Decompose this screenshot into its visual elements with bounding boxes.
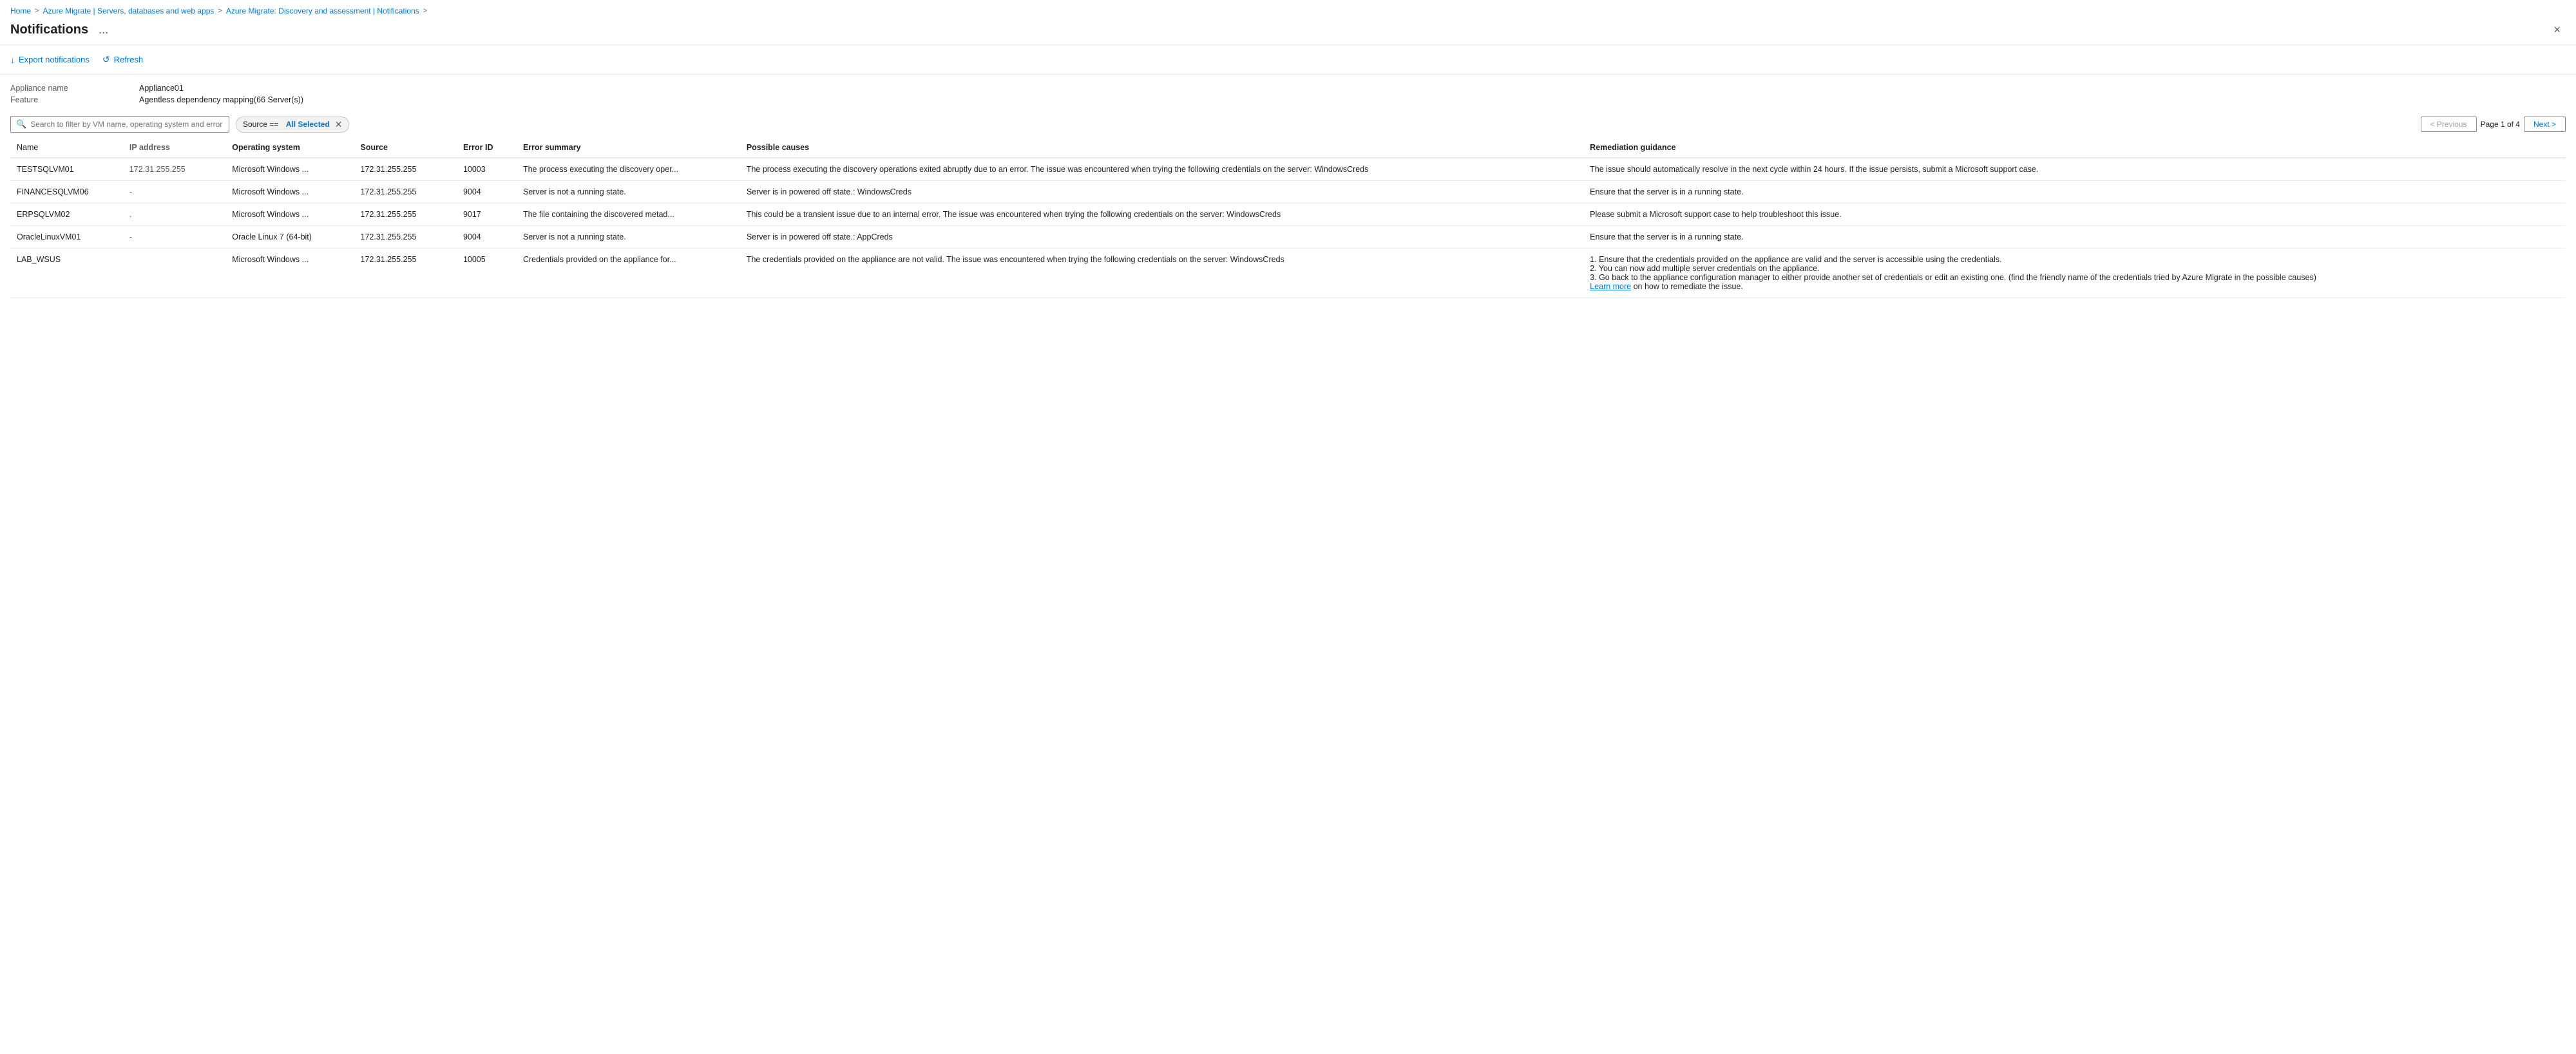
- cell-name: TESTSQLVM01: [10, 158, 123, 181]
- info-section: Appliance name Appliance01 Feature Agent…: [0, 75, 2576, 111]
- feature-value: Agentless dependency mapping(66 Server(s…: [139, 95, 2566, 104]
- cell-errorid: 10005: [457, 249, 517, 298]
- cell-remediation: The issue should automatically resolve i…: [1583, 158, 2566, 181]
- page-info: Page 1 of 4: [2481, 120, 2520, 129]
- table-row: FINANCESQLVM06-Microsoft Windows ...172.…: [10, 181, 2566, 203]
- toolbar: ↓ Export notifications ↺ Refresh: [0, 45, 2576, 75]
- close-button[interactable]: ×: [2548, 22, 2566, 38]
- cell-summary: Credentials provided on the appliance fo…: [517, 249, 740, 298]
- cell-os: Microsoft Windows ...: [225, 181, 354, 203]
- page-title: Notifications: [10, 23, 88, 37]
- cell-errorid: 9017: [457, 203, 517, 226]
- cell-causes: Server is in powered off state.: Windows…: [740, 181, 1583, 203]
- cell-remediation: Ensure that the server is in a running s…: [1583, 181, 2566, 203]
- feature-label: Feature: [10, 95, 139, 104]
- cell-ip: [123, 249, 225, 298]
- table-container: Name IP address Operating system Source …: [0, 138, 2576, 298]
- page-header: Notifications ... ×: [0, 19, 2576, 45]
- cell-name: OracleLinuxVM01: [10, 226, 123, 249]
- cell-source: 172.31.255.255: [354, 181, 457, 203]
- cell-os: Microsoft Windows ...: [225, 203, 354, 226]
- filter-bar: 🔍 Source == All Selected ✕ < Previous Pa…: [0, 111, 2576, 138]
- search-box[interactable]: 🔍: [10, 116, 229, 133]
- cell-name: ERPSQLVM02: [10, 203, 123, 226]
- col-header-os[interactable]: Operating system: [225, 138, 354, 158]
- cell-summary: Server is not a running state.: [517, 226, 740, 249]
- search-input[interactable]: [30, 120, 224, 129]
- refresh-button[interactable]: ↺ Refresh: [102, 52, 143, 68]
- cell-errorid: 9004: [457, 226, 517, 249]
- table-row: ERPSQLVM02.Microsoft Windows ...172.31.2…: [10, 203, 2566, 226]
- cell-os: Oracle Linux 7 (64-bit): [225, 226, 354, 249]
- breadcrumb-servers[interactable]: Azure Migrate | Servers, databases and w…: [43, 6, 214, 15]
- learn-more-link[interactable]: Learn more: [1590, 282, 1631, 291]
- col-header-errorid[interactable]: Error ID: [457, 138, 517, 158]
- filter-tag-value: All Selected: [286, 120, 330, 129]
- cell-source: 172.31.255.255: [354, 226, 457, 249]
- table-row: TESTSQLVM01172.31.255.255Microsoft Windo…: [10, 158, 2566, 181]
- col-header-summary[interactable]: Error summary: [517, 138, 740, 158]
- filter-tag-prefix: Source ==: [243, 120, 278, 129]
- cell-source: 172.31.255.255: [354, 203, 457, 226]
- next-button[interactable]: Next >: [2524, 117, 2566, 132]
- cell-remediation: 1. Ensure that the credentials provided …: [1583, 249, 2566, 298]
- cell-errorid: 10003: [457, 158, 517, 181]
- cell-os: Microsoft Windows ...: [225, 158, 354, 181]
- cell-ip: 172.31.255.255: [123, 158, 225, 181]
- table-body: TESTSQLVM01172.31.255.255Microsoft Windo…: [10, 158, 2566, 298]
- cell-source: 172.31.255.255: [354, 249, 457, 298]
- cell-causes: Server is in powered off state.: AppCred…: [740, 226, 1583, 249]
- cell-ip: -: [123, 226, 225, 249]
- col-header-causes[interactable]: Possible causes: [740, 138, 1583, 158]
- refresh-icon: ↺: [102, 54, 110, 65]
- export-notifications-button[interactable]: ↓ Export notifications: [10, 52, 90, 68]
- refresh-label: Refresh: [114, 55, 144, 64]
- pagination: < Previous Page 1 of 4 Next >: [2421, 117, 2566, 132]
- export-icon: ↓: [10, 55, 15, 65]
- appliance-label: Appliance name: [10, 84, 139, 93]
- appliance-value: Appliance01: [139, 84, 2566, 93]
- breadcrumb-notifications[interactable]: Azure Migrate: Discovery and assessment …: [226, 6, 419, 15]
- cell-causes: This could be a transient issue due to a…: [740, 203, 1583, 226]
- filter-tag[interactable]: Source == All Selected ✕: [236, 117, 349, 133]
- cell-name: FINANCESQLVM06: [10, 181, 123, 203]
- previous-button[interactable]: < Previous: [2421, 117, 2477, 132]
- cell-errorid: 9004: [457, 181, 517, 203]
- search-icon: 🔍: [16, 119, 26, 129]
- remove-filter-tag-button[interactable]: ✕: [335, 119, 343, 130]
- table-row: LAB_WSUS Microsoft Windows ...172.31.255.…: [10, 249, 2566, 298]
- page-menu-button[interactable]: ...: [95, 22, 112, 38]
- cell-source: 172.31.255.255: [354, 158, 457, 181]
- cell-summary: The process executing the discovery oper…: [517, 158, 740, 181]
- cell-summary: The file containing the discovered metad…: [517, 203, 740, 226]
- cell-remediation: Please submit a Microsoft support case t…: [1583, 203, 2566, 226]
- cell-causes: The credentials provided on the applianc…: [740, 249, 1583, 298]
- breadcrumb: Home > Azure Migrate | Servers, database…: [0, 0, 2576, 19]
- col-header-remediation[interactable]: Remediation guidance: [1583, 138, 2566, 158]
- col-header-ip[interactable]: IP address: [123, 138, 225, 158]
- col-header-source[interactable]: Source: [354, 138, 457, 158]
- breadcrumb-home[interactable]: Home: [10, 6, 31, 15]
- filter-left: 🔍 Source == All Selected ✕: [10, 116, 349, 133]
- cell-os: Microsoft Windows ...: [225, 249, 354, 298]
- col-header-name[interactable]: Name: [10, 138, 123, 158]
- table-header: Name IP address Operating system Source …: [10, 138, 2566, 158]
- export-label: Export notifications: [19, 55, 90, 64]
- notifications-table: Name IP address Operating system Source …: [10, 138, 2566, 298]
- cell-ip: -: [123, 181, 225, 203]
- cell-name: LAB_WSUS: [10, 249, 123, 298]
- cell-ip: .: [123, 203, 225, 226]
- cell-causes: The process executing the discovery oper…: [740, 158, 1583, 181]
- cell-remediation: Ensure that the server is in a running s…: [1583, 226, 2566, 249]
- cell-summary: Server is not a running state.: [517, 181, 740, 203]
- table-row: OracleLinuxVM01-Oracle Linux 7 (64-bit)1…: [10, 226, 2566, 249]
